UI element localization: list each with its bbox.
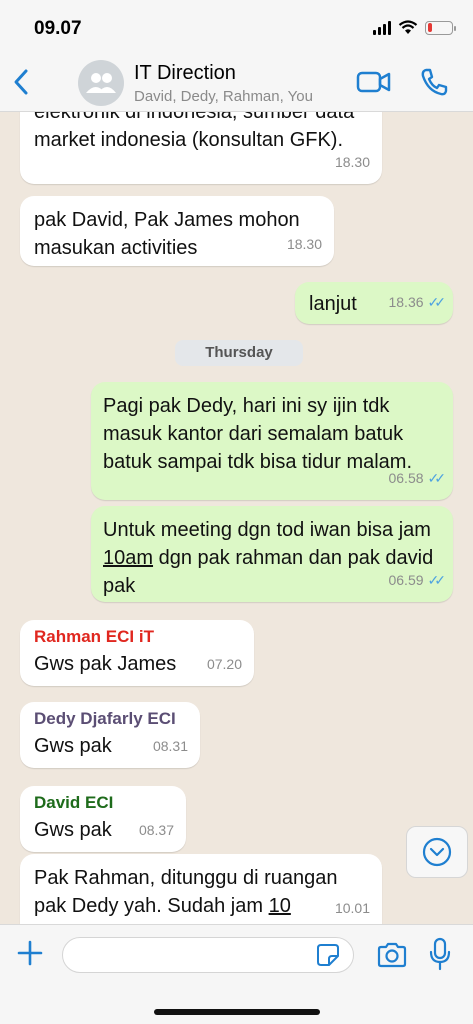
video-call-button[interactable] xyxy=(356,68,392,96)
status-icons xyxy=(373,20,456,35)
camera-button[interactable] xyxy=(376,941,408,969)
message-outgoing[interactable]: Untuk meeting dgn tod iwan bisa jam 10am… xyxy=(91,506,453,602)
battery-icon xyxy=(425,20,456,35)
sticker-button[interactable] xyxy=(316,943,340,967)
message-incoming[interactable]: Dedy Djafarly ECI Gws pak 08.31 xyxy=(20,702,200,768)
camera-icon xyxy=(377,942,407,968)
message-composer xyxy=(0,924,473,1024)
sender-name: Dedy Djafarly ECI xyxy=(34,709,176,728)
read-ticks-icon: ✓✓ xyxy=(427,470,447,486)
microphone-icon xyxy=(429,937,451,971)
read-ticks-icon: ✓✓ xyxy=(427,572,447,588)
back-chevron-icon xyxy=(14,69,28,95)
chat-header: 09.07 IT Direction David, Dedy, Rahman, … xyxy=(0,0,473,112)
signal-icon xyxy=(373,20,391,35)
video-call-icon xyxy=(356,71,391,93)
attach-button[interactable] xyxy=(16,939,44,967)
message-text: elektronik di indonesia, sumber data mar… xyxy=(34,112,355,151)
message-incoming[interactable]: elektronik di indonesia, sumber data mar… xyxy=(20,112,382,184)
read-ticks-icon: ✓✓ xyxy=(427,294,447,310)
message-incoming[interactable]: Rahman ECI iT Gws pak James 07.20 xyxy=(20,620,254,686)
message-text: pak David, Pak James mohon masukan activ… xyxy=(34,209,300,259)
sticker-icon xyxy=(317,944,339,966)
message-time: 18.36 xyxy=(388,294,424,310)
status-time: 09.07 xyxy=(34,18,82,39)
message-incoming[interactable]: David ECI Gws pak 08.37 xyxy=(20,786,186,852)
message-text: Pak Rahman, ditunggu di ruangan pak Dedy… xyxy=(34,867,338,917)
sender-name: Rahman ECI iT xyxy=(34,627,154,646)
message-outgoing[interactable]: lanjut 18.36 ✓✓ xyxy=(295,282,453,324)
message-list[interactable]: elektronik di indonesia, sumber data mar… xyxy=(0,112,473,924)
back-button[interactable] xyxy=(6,62,36,102)
wifi-icon xyxy=(398,20,418,34)
message-incoming[interactable]: Pak Rahman, ditunggu di ruangan pak Dedy… xyxy=(20,854,382,924)
message-time: 08.31 xyxy=(152,738,188,754)
plus-icon xyxy=(17,940,43,966)
message-time: 18.30 xyxy=(334,154,370,170)
message-time: 06.58 xyxy=(388,470,424,486)
message-time: 10.01 xyxy=(334,900,370,916)
sender-name: David ECI xyxy=(34,793,114,812)
chevron-down-icon xyxy=(422,837,452,867)
chat-title[interactable]: IT Direction xyxy=(134,62,236,85)
message-time: 07.20 xyxy=(206,656,242,672)
home-indicator[interactable] xyxy=(154,1009,320,1015)
phone-icon xyxy=(421,68,448,96)
message-outgoing[interactable]: Pagi pak Dedy, hari ini sy ijin tdk masu… xyxy=(91,382,453,500)
group-avatar-icon xyxy=(86,73,116,93)
message-time: 08.37 xyxy=(138,822,174,838)
group-avatar[interactable] xyxy=(78,60,124,106)
scroll-to-bottom-button[interactable] xyxy=(406,826,468,878)
voice-call-button[interactable] xyxy=(418,66,450,98)
day-separator: Thursday xyxy=(175,340,303,366)
time-link[interactable]: 10am xyxy=(103,547,153,569)
time-link[interactable]: 10 xyxy=(269,895,291,917)
message-time: 06.59 xyxy=(388,572,424,588)
chat-participants[interactable]: David, Dedy, Rahman, You xyxy=(134,88,313,105)
voice-message-button[interactable] xyxy=(428,937,452,971)
message-incoming[interactable]: pak David, Pak James mohon masukan activ… xyxy=(20,196,334,266)
message-time: 18.30 xyxy=(286,236,322,252)
message-input[interactable] xyxy=(62,937,354,973)
